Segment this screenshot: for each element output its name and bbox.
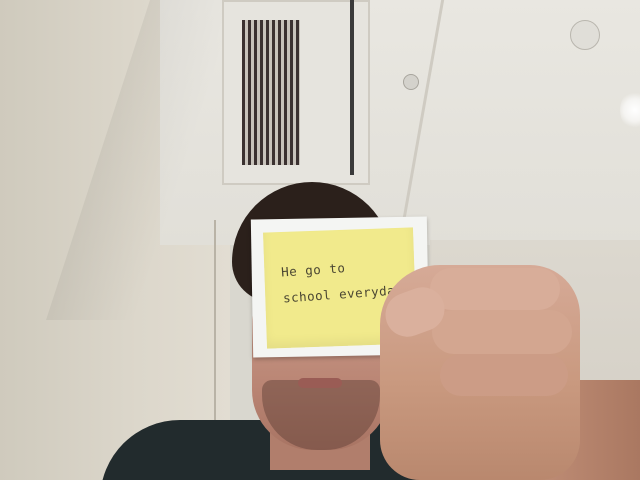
- mouth: [298, 378, 342, 388]
- ceiling-fixture: [570, 20, 600, 50]
- finger: [430, 268, 560, 310]
- finger: [432, 310, 572, 354]
- finger: [440, 354, 568, 396]
- photo-scene: He go to school everyday.: [0, 0, 640, 480]
- ceiling-vent-slot: [350, 0, 354, 175]
- ceiling-vent-grille: [242, 20, 300, 165]
- smoke-detector: [403, 74, 419, 90]
